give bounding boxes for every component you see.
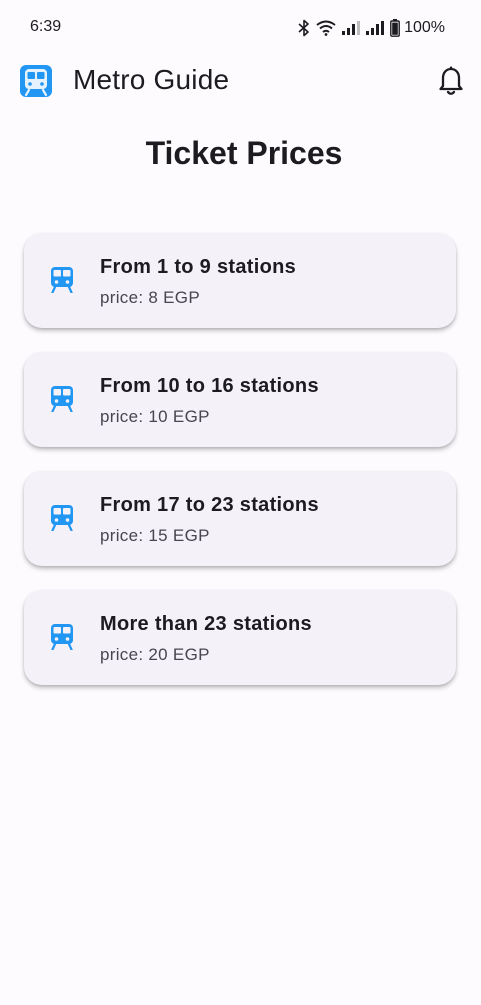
price-value: price: 8 EGP (100, 288, 200, 307)
signal-icon-2 (366, 21, 385, 35)
price-value: price: 20 EGP (100, 645, 210, 664)
metro-train-icon (20, 65, 52, 97)
status-bar: 6:39 100% (0, 0, 481, 56)
train-icon (50, 267, 74, 294)
train-icon (50, 505, 74, 532)
train-icon (50, 386, 74, 413)
status-icons: 100% (298, 18, 445, 38)
app-title: Metro Guide (73, 64, 230, 95)
train-icon (50, 624, 74, 651)
price-value: price: 10 EGP (100, 407, 210, 426)
price-range-label: From 17 to 23 stations (100, 494, 319, 516)
battery-percentage: 100% (404, 19, 445, 36)
app-bar: Metro Guide (0, 56, 481, 108)
price-range-label: From 10 to 16 stations (100, 375, 319, 397)
signal-icon-1 (342, 21, 361, 35)
wifi-icon (316, 20, 336, 36)
notifications-button[interactable] (434, 66, 468, 100)
bell-icon (438, 66, 464, 101)
bluetooth-icon (298, 19, 310, 37)
price-card[interactable]: From 10 to 16 stations price: 10 EGP (24, 352, 456, 447)
page-title: Ticket Prices (145, 135, 343, 171)
price-range-label: More than 23 stations (100, 613, 312, 635)
price-range-label: From 1 to 9 stations (100, 256, 297, 278)
price-card[interactable]: From 1 to 9 stations price: 8 EGP (24, 233, 456, 328)
price-card[interactable]: More than 23 stations price: 20 EGP (24, 590, 456, 685)
price-list: From 1 to 9 stations price: 8 EGP From 1… (24, 233, 456, 709)
status-time: 6:39 (30, 18, 62, 35)
price-value: price: 15 EGP (100, 526, 210, 545)
battery-icon (390, 19, 400, 37)
price-card[interactable]: From 17 to 23 stations price: 15 EGP (24, 471, 456, 566)
